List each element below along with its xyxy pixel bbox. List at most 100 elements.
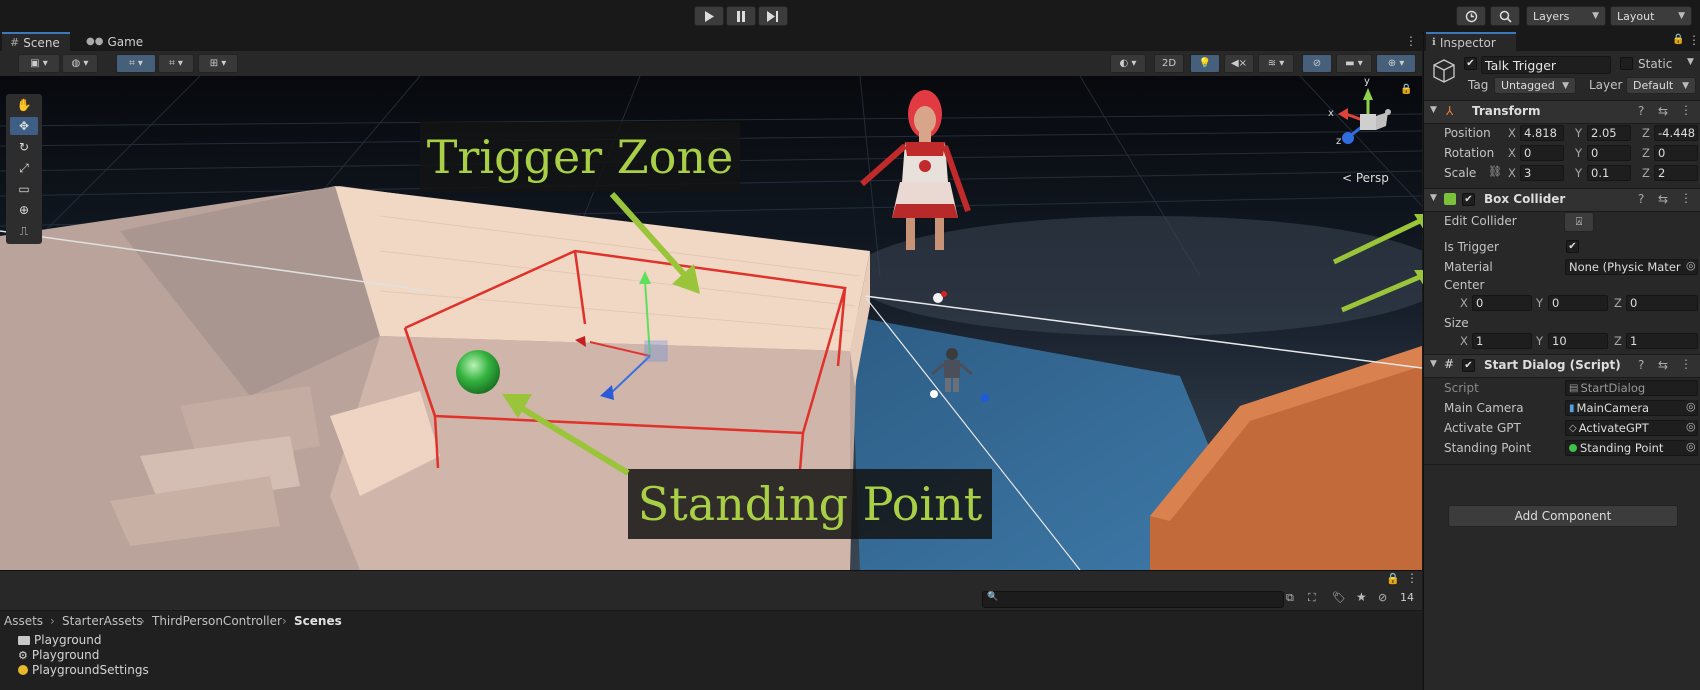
gizmos-dropdown[interactable]: ⊕ ▾ bbox=[1376, 54, 1416, 73]
draw-mode-button[interactable]: ▣ ▾ bbox=[18, 54, 60, 73]
layout-dropdown[interactable]: Layout ▼ bbox=[1610, 6, 1692, 26]
component-menu-icon[interactable]: ⋮ bbox=[1680, 357, 1692, 371]
kebab-menu-icon[interactable]: ⋮ bbox=[1406, 571, 1418, 585]
preset-icon[interactable]: ⇆ bbox=[1658, 104, 1668, 118]
layer-dropdown[interactable]: Default ▼ bbox=[1626, 77, 1696, 94]
audio-toggle-button[interactable]: ◀× bbox=[1224, 54, 1254, 73]
constrain-proportions-link-icon[interactable]: ⛓ bbox=[1488, 165, 1502, 178]
asset-item[interactable]: ⚙ Playground bbox=[18, 648, 99, 662]
favorites-star-icon[interactable]: ★ bbox=[1356, 590, 1367, 604]
chevron-down-icon[interactable]: ▼ bbox=[1687, 57, 1694, 67]
rotation-z-field[interactable]: 0 bbox=[1654, 145, 1698, 161]
snap-grid-button[interactable]: ⌗ ▾ bbox=[116, 54, 156, 73]
rotation-y-field[interactable]: 0 bbox=[1587, 145, 1631, 161]
step-button[interactable] bbox=[758, 6, 788, 26]
asset-item[interactable]: PlaygroundSettings bbox=[18, 663, 149, 677]
search-button[interactable] bbox=[1490, 6, 1520, 26]
help-icon[interactable]: ? bbox=[1638, 358, 1644, 372]
position-z-field[interactable]: -4.448 bbox=[1654, 125, 1698, 141]
layers-dropdown[interactable]: Layers ▼ bbox=[1526, 6, 1606, 26]
hidden-packages-icon[interactable]: ⊘ bbox=[1378, 591, 1387, 604]
add-component-button[interactable]: Add Component bbox=[1448, 505, 1678, 527]
filter-by-type-icon[interactable]: ⛶ bbox=[1308, 591, 1316, 605]
global-toggle-button[interactable]: ◍ ▾ bbox=[62, 54, 98, 73]
play-button[interactable] bbox=[694, 6, 724, 26]
breadcrumb-thirdpersoncontroller[interactable]: ThirdPersonController bbox=[152, 614, 282, 628]
preset-icon[interactable]: ⇆ bbox=[1658, 192, 1668, 206]
box-collider-component-header[interactable]: ▼ ✔ Box Collider ? ⇆ ⋮ bbox=[1424, 188, 1700, 212]
inspector-tab-bar: ℹ Inspector 🔒 ⋮ bbox=[1424, 32, 1700, 51]
position-y-field[interactable]: 2.05 bbox=[1587, 125, 1631, 141]
lock-icon[interactable]: 🔒 bbox=[1386, 572, 1400, 585]
pause-button[interactable] bbox=[726, 6, 756, 26]
material-field[interactable]: None (Physic Mater bbox=[1565, 259, 1698, 275]
box-collider-enabled-checkbox[interactable]: ✔ bbox=[1462, 193, 1475, 206]
mode-2d-label: 2D bbox=[1161, 58, 1177, 69]
edit-collider-button[interactable]: ⍓ bbox=[1564, 212, 1594, 232]
standing-point-field[interactable]: Standing Point bbox=[1565, 440, 1698, 456]
is-trigger-checkbox[interactable]: ✔ bbox=[1566, 240, 1579, 253]
scene-grid-icon: # bbox=[10, 36, 20, 49]
rotation-x-field[interactable]: 0 bbox=[1520, 145, 1564, 161]
grid-visibility-button[interactable]: ⌗ ▾ bbox=[158, 54, 194, 73]
play-icon bbox=[705, 10, 714, 22]
kebab-menu-icon[interactable]: ⋮ bbox=[1688, 33, 1700, 47]
camera-settings-dropdown[interactable]: ▬ ▾ bbox=[1336, 54, 1372, 73]
position-x-field[interactable]: 4.818 bbox=[1520, 125, 1564, 141]
center-x-field[interactable]: 0 bbox=[1472, 295, 1532, 311]
search-by-type-icon[interactable]: ⧉ bbox=[1286, 591, 1294, 605]
static-checkbox[interactable] bbox=[1620, 57, 1633, 70]
main-camera-field[interactable]: ▮ MainCamera bbox=[1565, 400, 1698, 416]
component-menu-icon[interactable]: ⋮ bbox=[1680, 191, 1692, 205]
size-y-field[interactable]: 10 bbox=[1548, 333, 1608, 349]
breadcrumb-starterassets[interactable]: StarterAssets bbox=[62, 614, 143, 628]
asset-list: Playground ⚙ Playground PlaygroundSettin… bbox=[0, 631, 1422, 690]
center-y-field[interactable]: 0 bbox=[1548, 295, 1608, 311]
object-picker-icon[interactable]: ◎ bbox=[1686, 259, 1696, 272]
project-search-input[interactable]: 🔍 bbox=[982, 591, 1284, 608]
lock-icon[interactable]: 🔒 bbox=[1672, 34, 1684, 45]
size-z-field[interactable]: 1 bbox=[1626, 333, 1698, 349]
scene-visibility-button[interactable]: ⊘ bbox=[1302, 54, 1332, 73]
increment-snap-button[interactable]: ⊞ ▾ bbox=[198, 54, 238, 73]
start-dialog-enabled-checkbox[interactable]: ✔ bbox=[1462, 359, 1475, 372]
object-picker-icon[interactable]: ◎ bbox=[1686, 440, 1696, 453]
tag-dropdown[interactable]: Untagged ▼ bbox=[1494, 77, 1576, 94]
active-checkbox[interactable]: ✔ bbox=[1464, 57, 1477, 70]
label-tag-icon[interactable]: 🏷 bbox=[1332, 591, 1346, 604]
object-picker-icon[interactable]: ◎ bbox=[1686, 400, 1696, 413]
help-icon[interactable]: ? bbox=[1638, 192, 1644, 206]
scale-x-field[interactable]: 3 bbox=[1520, 165, 1564, 181]
tab-game[interactable]: ●● Game bbox=[78, 32, 150, 51]
scale-y-field[interactable]: 0.1 bbox=[1587, 165, 1631, 181]
breadcrumb-assets[interactable]: Assets bbox=[4, 614, 43, 628]
object-picker-icon[interactable]: ◎ bbox=[1686, 420, 1696, 433]
component-menu-icon[interactable]: ⋮ bbox=[1680, 103, 1692, 117]
tab-scene[interactable]: # Scene bbox=[2, 32, 70, 51]
center-label: Center bbox=[1444, 278, 1485, 292]
kebab-menu-icon[interactable]: ⋮ bbox=[1405, 34, 1417, 48]
lighting-toggle-button[interactable]: 💡 bbox=[1190, 54, 1220, 73]
size-x-field[interactable]: 1 bbox=[1472, 333, 1532, 349]
axis-y-label: Y bbox=[1536, 334, 1544, 348]
asset-item[interactable]: Playground bbox=[18, 633, 101, 647]
center-z-field[interactable]: 0 bbox=[1626, 295, 1698, 311]
start-dialog-component-header[interactable]: ▼ # ✔ Start Dialog (Script) ? ⇆ ⋮ bbox=[1424, 354, 1700, 378]
preset-icon[interactable]: ⇆ bbox=[1658, 358, 1668, 372]
layer-value: Default bbox=[1633, 79, 1674, 92]
project-toolbar: 🔍 ⧉ ⛶ 🏷 ★ ⊘ 14 bbox=[0, 588, 1422, 610]
scene-viewport[interactable]: ✋ ✥ ↻ ⤢ ▭ ⊕ ⎍ y x z 🔒 < Persp Trigger Zo… bbox=[0, 76, 1422, 570]
toggle-2d-button[interactable]: 2D bbox=[1154, 54, 1184, 73]
object-name-field[interactable]: Talk Trigger bbox=[1481, 56, 1611, 74]
tab-inspector[interactable]: ℹ Inspector bbox=[1426, 32, 1516, 51]
activate-gpt-field[interactable]: ◇ ActivateGPT bbox=[1565, 420, 1698, 436]
breadcrumb-scenes[interactable]: Scenes bbox=[294, 614, 342, 628]
history-button[interactable] bbox=[1456, 6, 1486, 26]
scale-z-field[interactable]: 2 bbox=[1654, 165, 1698, 181]
transform-component-header[interactable]: ▼ ⅄ Transform ? ⇆ ⋮ bbox=[1424, 100, 1700, 124]
help-icon[interactable]: ? bbox=[1638, 104, 1644, 118]
shading-mode-dropdown[interactable]: ◐ ▾ bbox=[1110, 54, 1146, 73]
shaded-mode-icon: ▣ ▾ bbox=[30, 58, 48, 69]
snap-increment-icon: ⊞ ▾ bbox=[209, 58, 227, 69]
effects-dropdown[interactable]: ≋ ▾ bbox=[1258, 54, 1294, 73]
